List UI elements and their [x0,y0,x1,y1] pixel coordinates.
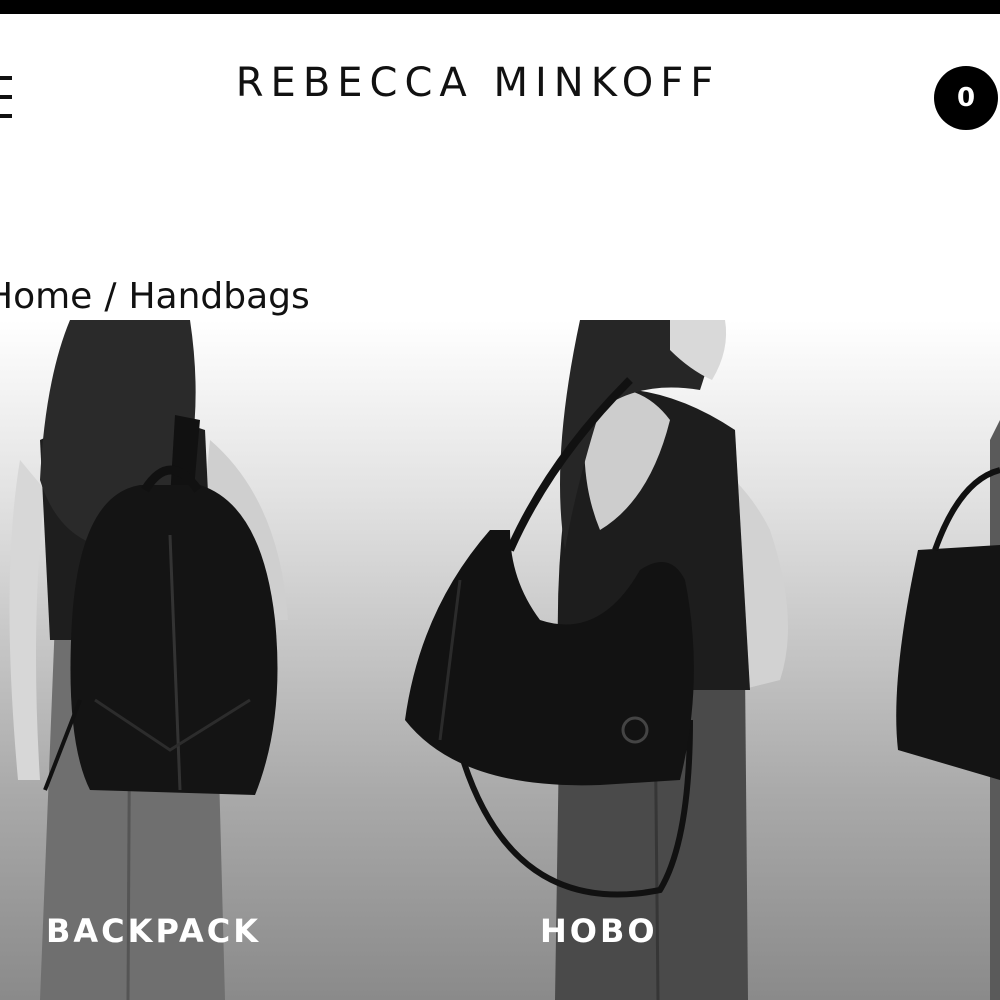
tote-model-image [896,420,1000,1000]
cart-count-badge: 0 [956,83,976,113]
breadcrumb-current: Handbags [128,276,310,317]
breadcrumb-separator: / [104,276,117,317]
top-bar [0,0,1000,14]
site-header: REBECCA MINKOFF 0 [0,14,1000,154]
category-hero: BACKPACK HOBO [0,320,1000,1000]
backpack-model-image [9,320,288,1000]
category-label-hobo: HOBO [540,912,658,950]
category-tile-hobo[interactable]: HOBO [400,320,860,1000]
category-label-backpack: BACKPACK [46,912,261,950]
category-tile-tote[interactable] [880,320,1000,1000]
breadcrumb: Home / Handbags [0,276,310,317]
brand-logo[interactable]: REBECCA MINKOFF [0,60,956,106]
breadcrumb-home-link[interactable]: Home [0,276,92,317]
category-tile-backpack[interactable]: BACKPACK [0,320,330,1000]
cart-button[interactable]: 0 [934,66,998,130]
hobo-model-image [405,320,788,1000]
